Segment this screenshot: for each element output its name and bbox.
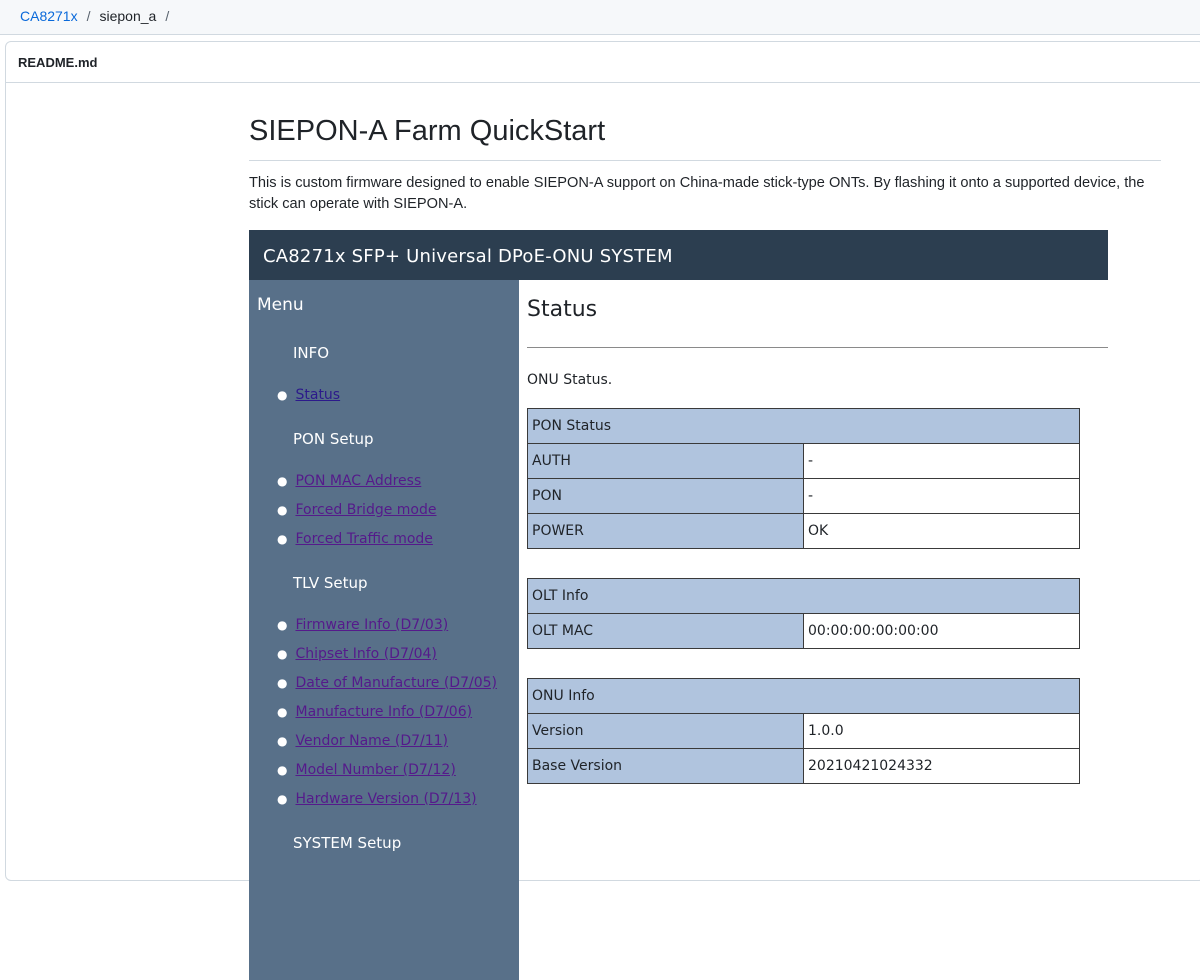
row-value: 00:00:00:00:00:00 xyxy=(803,613,1080,649)
divider xyxy=(527,347,1108,348)
sidebar-item-label[interactable]: Date of Manufacture (D7/05) xyxy=(295,675,496,691)
menu-title: Menu xyxy=(257,295,304,315)
breadcrumb: CA8271x / siepon_a / xyxy=(20,8,178,24)
breadcrumb-bar: CA8271x / siepon_a / xyxy=(0,0,1200,35)
bullet-icon: ● xyxy=(277,503,288,517)
bullet-icon: ● xyxy=(277,647,288,661)
sidebar-item-label[interactable]: Status xyxy=(295,387,340,403)
device-sidebar: Menu INFO ● Status PON Setup ● PON MAC Add… xyxy=(249,280,519,980)
section-system-setup: SYSTEM Setup xyxy=(293,834,402,852)
table-header: OLT Info xyxy=(527,578,1080,614)
bullet-icon: ● xyxy=(277,734,288,748)
sidebar-item-forced-bridge-mode[interactable]: ● Forced Bridge mode xyxy=(277,502,437,518)
sidebar-item-label[interactable]: PON MAC Address xyxy=(295,473,421,489)
sidebar-item-date-of-manufacture[interactable]: ● Date of Manufacture (D7/05) xyxy=(277,675,497,691)
sidebar-item-firmware-info[interactable]: ● Firmware Info (D7/03) xyxy=(277,617,448,633)
sidebar-item-label[interactable]: Manufacture Info (D7/06) xyxy=(295,704,472,720)
sidebar-item-label[interactable]: Hardware Version (D7/13) xyxy=(295,791,476,807)
onu-info-table: ONU Info Version 1.0.0 Base Version 2021… xyxy=(527,678,1080,784)
sidebar-item-label[interactable]: Vendor Name (D7/11) xyxy=(295,733,448,749)
device-ui-screenshot: CA8271x SFP+ Universal DPoE-ONU SYSTEM M… xyxy=(249,230,1109,980)
table-row: POWER OK xyxy=(527,513,1080,549)
section-pon-setup: PON Setup xyxy=(293,430,374,448)
section-tlv-setup: TLV Setup xyxy=(293,574,368,592)
row-value: 1.0.0 xyxy=(803,713,1080,749)
section-info: INFO xyxy=(293,344,330,362)
table-row: Version 1.0.0 xyxy=(527,713,1080,749)
sidebar-item-pon-mac-address[interactable]: ● PON MAC Address xyxy=(277,473,421,489)
sidebar-item-forced-traffic-mode[interactable]: ● Forced Traffic mode xyxy=(277,531,433,547)
breadcrumb-separator: / xyxy=(86,8,91,24)
row-value: OK xyxy=(803,513,1080,549)
row-label: OLT MAC xyxy=(527,613,804,649)
sidebar-item-label[interactable]: Chipset Info (D7/04) xyxy=(295,646,436,662)
row-label: Base Version xyxy=(527,748,804,784)
bullet-icon: ● xyxy=(277,676,288,690)
page-title: Status xyxy=(527,297,598,322)
table-header-row: ONU Info xyxy=(527,678,1080,714)
table-header-row: PON Status xyxy=(527,408,1080,444)
readme-title: SIEPON-A Farm QuickStart xyxy=(249,114,1161,161)
sidebar-item-status[interactable]: ● Status xyxy=(277,387,340,403)
table-row: OLT MAC 00:00:00:00:00:00 xyxy=(527,613,1080,649)
pon-status-table: PON Status AUTH - PON - POWER OK xyxy=(527,408,1080,549)
bullet-icon: ● xyxy=(277,763,288,777)
bullet-icon: ● xyxy=(277,792,288,806)
sidebar-item-label[interactable]: Forced Traffic mode xyxy=(295,531,432,547)
sidebar-item-manufacture-info[interactable]: ● Manufacture Info (D7/06) xyxy=(277,704,472,720)
olt-info-table: OLT Info OLT MAC 00:00:00:00:00:00 xyxy=(527,578,1080,649)
bullet-icon: ● xyxy=(277,388,288,402)
sidebar-item-hardware-version[interactable]: ● Hardware Version (D7/13) xyxy=(277,791,477,807)
sidebar-item-chipset-info[interactable]: ● Chipset Info (D7/04) xyxy=(277,646,437,662)
readme-panel: README.md SIEPON-A Farm QuickStart This … xyxy=(5,41,1200,980)
row-value: - xyxy=(803,478,1080,514)
breadcrumb-repo-link[interactable]: CA8271x xyxy=(20,8,78,24)
bullet-icon: ● xyxy=(277,532,288,546)
page-lead: ONU Status. xyxy=(527,372,613,388)
table-header: PON Status xyxy=(527,408,1080,444)
table-row: PON - xyxy=(527,478,1080,514)
table-header-row: OLT Info xyxy=(527,578,1080,614)
row-value: - xyxy=(803,443,1080,479)
row-label: POWER xyxy=(527,513,804,549)
row-label: PON xyxy=(527,478,804,514)
readme-intro: This is custom firmware designed to enab… xyxy=(249,175,1145,212)
row-label: AUTH xyxy=(527,443,804,479)
bullet-icon: ● xyxy=(277,474,288,488)
sidebar-item-label[interactable]: Model Number (D7/12) xyxy=(295,762,455,778)
sidebar-item-label[interactable]: Firmware Info (D7/03) xyxy=(295,617,448,633)
bullet-icon: ● xyxy=(277,618,288,632)
sidebar-item-model-number[interactable]: ● Model Number (D7/12) xyxy=(277,762,456,778)
readme-filename: README.md xyxy=(6,42,1200,83)
table-header: ONU Info xyxy=(527,678,1080,714)
device-banner-title: CA8271x SFP+ Universal DPoE-ONU SYSTEM xyxy=(263,246,673,267)
sidebar-item-vendor-name[interactable]: ● Vendor Name (D7/11) xyxy=(277,733,448,749)
device-banner: CA8271x SFP+ Universal DPoE-ONU SYSTEM xyxy=(249,230,1108,280)
table-row: Base Version 20210421024332 xyxy=(527,748,1080,784)
breadcrumb-current-folder: siepon_a xyxy=(99,8,157,24)
table-row: AUTH - xyxy=(527,443,1080,479)
sidebar-item-label[interactable]: Forced Bridge mode xyxy=(295,502,436,518)
breadcrumb-separator: / xyxy=(165,8,170,24)
row-label: Version xyxy=(527,713,804,749)
row-value: 20210421024332 xyxy=(803,748,1080,784)
bullet-icon: ● xyxy=(277,705,288,719)
